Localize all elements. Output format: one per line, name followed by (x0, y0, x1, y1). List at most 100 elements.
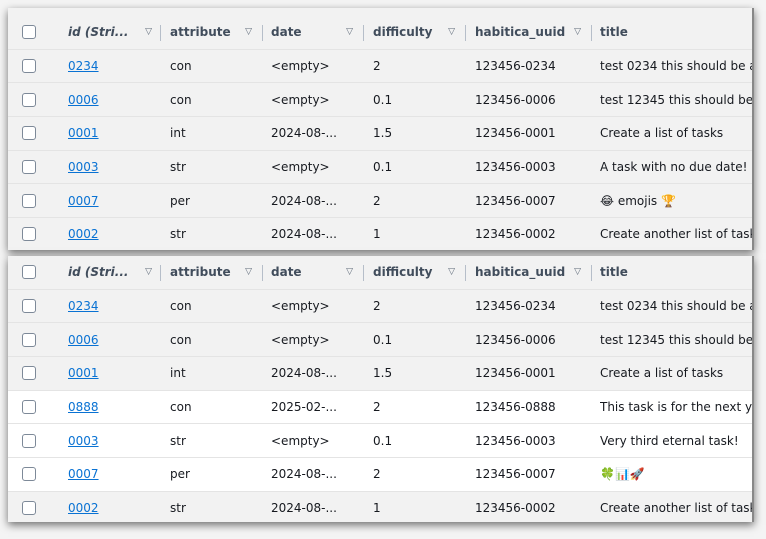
cell-difficulty: 1.5 (373, 126, 393, 141)
table-row[interactable]: 0003 str <empty> 0.1 123456-0003 A task with … (8, 151, 752, 185)
id-link[interactable]: 0007 (68, 194, 99, 208)
cell-date: 2024-08-... (271, 227, 337, 242)
checkbox-icon[interactable] (22, 467, 36, 482)
checkbox-icon[interactable] (22, 299, 36, 314)
cell-attribute: str (170, 160, 186, 175)
cell-uuid: 123456-0003 (475, 433, 556, 448)
table-row[interactable]: 0002 str 2024-08-... 1 123456-0002 Create ano… (8, 492, 752, 522)
table-row[interactable]: 0234 con <empty> 2 123456-0234 test 0234 this… (8, 290, 752, 324)
table-before: id (Stri... ▽ attribute ▽ date ▽ difficulty ▽ ha… (8, 8, 754, 250)
sort-triangle-icon[interactable]: ▽ (574, 27, 581, 37)
sort-triangle-icon[interactable]: ▽ (245, 267, 252, 277)
sort-triangle-icon[interactable]: ▽ (448, 267, 455, 277)
column-header-attribute[interactable]: attribute ▽ (170, 256, 256, 289)
table-row[interactable]: 0003 str <empty> 0.1 123456-0003 Very third e… (8, 424, 752, 459)
id-link[interactable]: 0001 (68, 126, 99, 140)
row-select-cell (22, 424, 42, 457)
column-header-title[interactable]: title (600, 256, 752, 289)
column-header-difficulty[interactable]: difficulty ▽ (373, 16, 459, 49)
column-header-uuid[interactable]: habitica_uuid ▽ (475, 16, 585, 49)
cell-uuid: 123456-0001 (475, 366, 556, 381)
checkbox-icon[interactable] (22, 126, 36, 141)
column-divider[interactable] (262, 265, 263, 281)
select-all-cell (22, 16, 42, 49)
column-divider[interactable] (465, 25, 466, 41)
checkbox-icon[interactable] (22, 92, 36, 107)
id-link[interactable]: 0006 (68, 93, 99, 107)
checkbox-icon[interactable] (22, 366, 36, 381)
checkbox-icon[interactable] (22, 265, 36, 280)
id-link[interactable]: 0001 (68, 366, 99, 380)
cell-id: 0006 (68, 323, 156, 356)
table-row[interactable]: 0006 con <empty> 0.1 123456-0006 test 12345 t… (8, 323, 754, 358)
column-header-id[interactable]: id (Stri... ▽ (68, 16, 156, 49)
checkbox-icon[interactable] (22, 332, 36, 347)
column-divider[interactable] (591, 25, 592, 41)
column-header-uuid[interactable]: habitica_uuid ▽ (475, 256, 585, 289)
checkbox-icon[interactable] (22, 433, 36, 448)
cell-uuid: 123456-0234 (475, 299, 556, 314)
column-divider[interactable] (363, 25, 364, 41)
table-row[interactable]: 0007 per 2024-08-... 2 123456-0007 🍀📊🚀 (8, 458, 752, 492)
column-header-id[interactable]: id (Stri... ▽ (68, 256, 156, 289)
id-link[interactable]: 0003 (68, 434, 99, 448)
cell-uuid: 123456-0001 (475, 126, 556, 141)
cell-id: 0006 (68, 83, 156, 116)
table-row[interactable]: 0002 str 2024-08-... 1 123456-0002 Create ano… (8, 218, 752, 250)
column-header-label: attribute (170, 265, 231, 280)
id-link[interactable]: 0234 (68, 299, 99, 313)
checkbox-icon[interactable] (22, 160, 36, 175)
cell-id: 0003 (68, 424, 156, 457)
table-row[interactable]: 0001 int 2024-08-... 1.5 123456-0001 Create a… (8, 117, 752, 151)
table-after: id (Stri... ▽ attribute ▽ date ▽ difficulty ▽ ha… (8, 256, 754, 522)
sort-triangle-icon[interactable]: ▽ (448, 27, 455, 37)
id-link[interactable]: 0234 (68, 59, 99, 73)
row-select-cell (22, 218, 42, 250)
column-divider[interactable] (160, 25, 161, 41)
table-row[interactable]: 0007 per 2024-08-... 2 123456-0007 😂 emojis 🏆 (8, 184, 752, 219)
table-row[interactable]: 0006 con <empty> 0.1 123456-0006 test 12345 t… (8, 83, 752, 118)
table-row[interactable]: 0888 con 2025-02-... 2 123456-0888 This task … (8, 390, 752, 425)
checkbox-icon[interactable] (22, 227, 36, 242)
column-header-label: title (600, 265, 628, 280)
table-row[interactable]: 0001 int 2024-08-... 1.5 123456-0001 Create a… (8, 357, 752, 391)
sort-triangle-icon[interactable]: ▽ (574, 267, 581, 277)
cell-id: 0003 (68, 151, 156, 184)
sort-triangle-icon[interactable]: ▽ (245, 27, 252, 37)
column-divider[interactable] (591, 265, 592, 281)
id-link[interactable]: 0002 (68, 501, 99, 515)
column-header-label: title (600, 25, 628, 40)
column-divider[interactable] (363, 265, 364, 281)
id-link[interactable]: 0006 (68, 333, 99, 347)
checkbox-icon[interactable] (22, 193, 36, 208)
cell-title: Create another list of tasks (600, 227, 754, 242)
id-link[interactable]: 0007 (68, 467, 99, 481)
table-row[interactable]: 0234 con <empty> 2 123456-0234 test 0234 this… (8, 50, 752, 84)
checkbox-icon[interactable] (22, 501, 36, 516)
column-divider[interactable] (465, 265, 466, 281)
id-link[interactable]: 0002 (68, 227, 99, 241)
id-link[interactable]: 0003 (68, 160, 99, 174)
checkbox-icon[interactable] (22, 59, 36, 74)
sort-triangle-icon[interactable]: ▽ (145, 27, 152, 37)
column-header-date[interactable]: date ▽ (271, 16, 357, 49)
column-header-title[interactable]: title (600, 16, 752, 49)
sort-triangle-icon[interactable]: ▽ (346, 267, 353, 277)
sort-triangle-icon[interactable]: ▽ (145, 267, 152, 277)
column-header-date[interactable]: date ▽ (271, 256, 357, 289)
cell-title: test 12345 this should be a task (600, 332, 754, 347)
cell-uuid: 123456-0006 (475, 332, 556, 347)
column-divider[interactable] (160, 265, 161, 281)
checkbox-icon[interactable] (22, 400, 36, 415)
id-link[interactable]: 0888 (68, 400, 99, 414)
column-header-attribute[interactable]: attribute ▽ (170, 16, 256, 49)
sort-triangle-icon[interactable]: ▽ (346, 27, 353, 37)
row-select-cell (22, 458, 42, 491)
column-divider[interactable] (262, 25, 263, 41)
checkbox-icon[interactable] (22, 25, 36, 40)
cell-difficulty: 1 (373, 227, 381, 242)
cell-id: 0234 (68, 290, 156, 323)
row-select-cell (22, 117, 42, 150)
column-header-difficulty[interactable]: difficulty ▽ (373, 256, 459, 289)
cell-date: 2024-08-... (271, 193, 337, 208)
